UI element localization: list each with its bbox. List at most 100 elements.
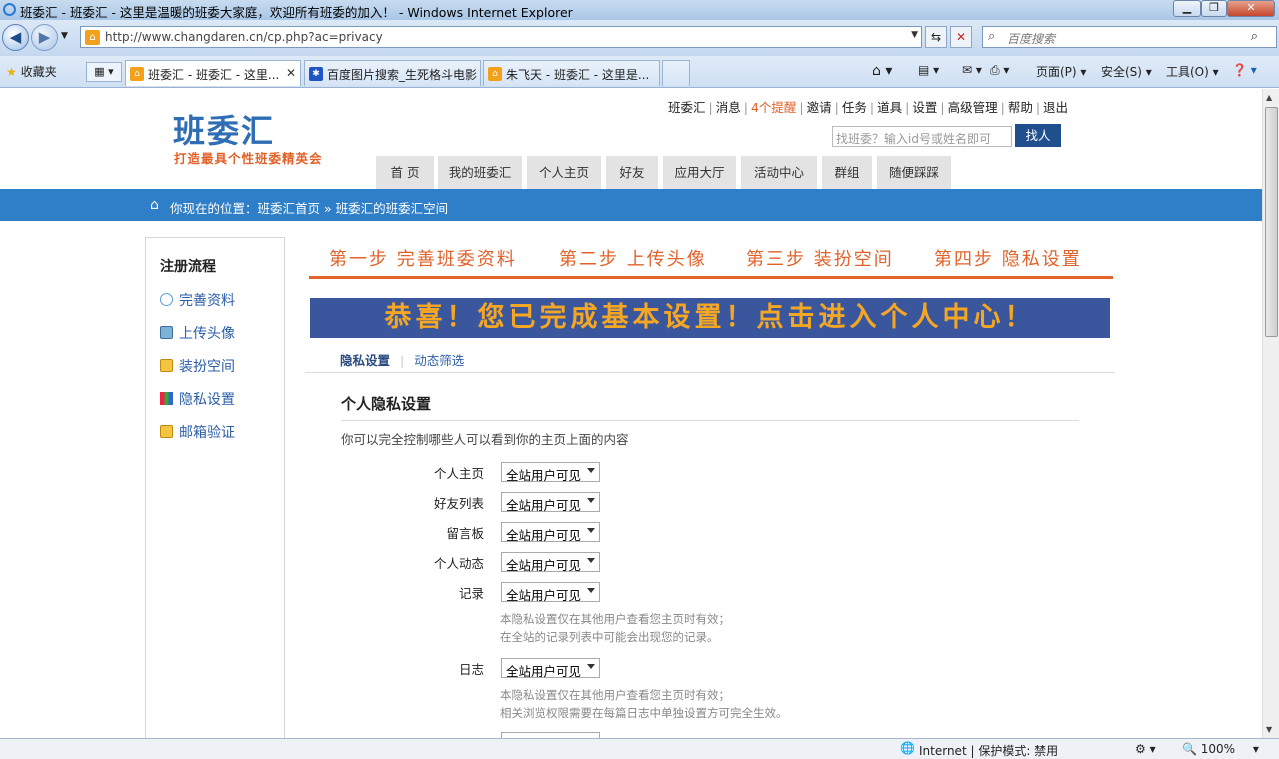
scroll-up-icon[interactable]: ▲: [1266, 93, 1272, 102]
sidebar-item-label: 装扮空间: [179, 359, 235, 375]
url-field[interactable]: ⌂ http://www.changdaren.cn/cp.php?ac=pri…: [80, 26, 922, 48]
step-4[interactable]: 第四步 隐私设置: [934, 245, 1082, 271]
safety-menu-label: 安全(S): [1101, 65, 1142, 79]
link-help[interactable]: 帮助: [1008, 100, 1033, 115]
feed-visibility-select[interactable]: 全站用户可见: [501, 552, 600, 573]
close-window-button[interactable]: ✕: [1227, 0, 1275, 17]
tab-label: 百度图片搜索_生死格斗电影: [327, 68, 478, 82]
sidebar-item-label: 上传头像: [179, 326, 235, 342]
forward-button[interactable]: ▶: [31, 24, 58, 51]
refresh-button[interactable]: ⇆: [925, 26, 947, 48]
link-admin[interactable]: 高级管理: [948, 100, 998, 115]
tab-privacy-settings[interactable]: 隐私设置: [340, 353, 390, 368]
link-messages[interactable]: 消息: [716, 100, 741, 115]
note-line: 本隐私设置仅在其他用户查看您主页时有效；: [500, 688, 730, 702]
ie-logo-icon: [3, 3, 16, 16]
nav-my-space[interactable]: 我的班委汇: [438, 156, 522, 189]
page-menu[interactable]: 页面(P) ▾: [1036, 63, 1086, 80]
scroll-thumb[interactable]: [1265, 107, 1278, 337]
step-2[interactable]: 第二步 上传头像: [559, 245, 707, 271]
tab-feed-filter[interactable]: 动态筛选: [414, 353, 464, 368]
step-1[interactable]: 第一步 完善班委资料: [329, 245, 517, 271]
protected-mode-icon[interactable]: ⚙ ▾: [1135, 742, 1156, 756]
maximize-button[interactable]: ❐: [1201, 0, 1227, 17]
guestbook-visibility-select[interactable]: 全站用户可见: [501, 522, 600, 543]
sidebar-item-profile[interactable]: 完善资料: [160, 290, 235, 310]
link-tasks[interactable]: 任务: [842, 100, 867, 115]
page-menu-label: 页面(P): [1036, 65, 1077, 79]
nav-profile[interactable]: 个人主页: [527, 156, 601, 189]
picture-icon: [160, 326, 173, 339]
search-input[interactable]: ⌕ 百度搜索 ⌕: [982, 26, 1277, 48]
nav-random[interactable]: 随便踩踩: [877, 156, 951, 189]
vertical-scrollbar[interactable]: ▲ ▼: [1262, 89, 1279, 738]
records-visibility-select[interactable]: 全站用户可见: [501, 582, 600, 603]
homepage-visibility-select[interactable]: 全站用户可见: [501, 462, 600, 483]
zoom-control[interactable]: 🔍 100% ▾: [1182, 742, 1259, 756]
history-dropdown-icon[interactable]: ▼: [61, 31, 68, 41]
find-user-input[interactable]: 找班委？输入id号或姓名即可: [832, 126, 1012, 147]
star-icon: ★: [6, 65, 17, 79]
url-dropdown-icon[interactable]: ▼: [911, 30, 918, 40]
new-tab-button[interactable]: [662, 60, 690, 86]
find-user-button[interactable]: 找人: [1015, 124, 1061, 147]
home-icon[interactable]: ⌂ ▾: [872, 63, 892, 79]
tab-3[interactable]: ⌂ 朱飞天 - 班委汇 - 这里是...: [483, 60, 660, 86]
privacy-subtabs: 隐私设置 | 动态筛选: [340, 353, 465, 368]
select-value: 全站用户可见: [506, 528, 582, 543]
chevron-down-icon: [587, 468, 595, 473]
select-value: 全站用户可见: [506, 664, 582, 679]
tab-2[interactable]: ✱ 百度图片搜索_生死格斗电影: [304, 60, 481, 86]
status-bar: 🌐 Internet | 保护模式: 禁用 ⚙ ▾ 🔍 100% ▾: [0, 738, 1279, 759]
chevron-down-icon: [587, 588, 595, 593]
privacy-intro: 你可以完全控制哪些人可以看到你的主页上面的内容: [341, 432, 629, 447]
complete-banner[interactable]: 恭喜！您已完成基本设置！点击进入个人中心！: [310, 298, 1110, 338]
chat-bubble-icon: [160, 293, 173, 306]
tab-bar: ★ 收藏夹 ▦ ▾ ⌂ 班委汇 - 班委汇 - 这里... ✕ ✱ 百度图片搜索_…: [0, 56, 1279, 88]
site-logo[interactable]: 班委汇: [173, 106, 275, 152]
site-favicon-icon: ⌂: [85, 30, 100, 45]
close-tab-icon[interactable]: ✕: [286, 66, 296, 80]
nav-groups[interactable]: 群组: [822, 156, 872, 189]
nav-events[interactable]: 活动中心: [741, 156, 817, 189]
print-icon[interactable]: ⎙ ▾: [990, 63, 1009, 78]
tools-menu[interactable]: 工具(O) ▾: [1166, 63, 1219, 80]
link-settings[interactable]: 设置: [912, 100, 937, 115]
friends-visibility-select[interactable]: 全站用户可见: [501, 492, 600, 513]
bar-chart-icon: [160, 392, 173, 405]
quick-tabs-button[interactable]: ▦ ▾: [86, 62, 122, 82]
link-logout[interactable]: 退出: [1043, 100, 1068, 115]
select-value: 全站用户可见: [506, 498, 582, 513]
mail-icon[interactable]: ✉ ▾: [962, 63, 982, 77]
stop-button[interactable]: ✕: [950, 26, 972, 48]
link-reminders[interactable]: 4个提醒: [751, 100, 796, 115]
favorites-button[interactable]: ★ 收藏夹: [6, 63, 57, 80]
blog-visibility-select[interactable]: 全站用户可见: [501, 658, 600, 679]
link-props[interactable]: 道具: [877, 100, 902, 115]
lock-icon: [160, 359, 173, 372]
help-icon[interactable]: ❓ ▾: [1232, 63, 1257, 77]
breadcrumb-text[interactable]: 你现在的位置：班委汇首页 » 班委汇的班委汇空间: [170, 198, 448, 217]
link-invite[interactable]: 邀请: [807, 100, 832, 115]
tab-1[interactable]: ⌂ 班委汇 - 班委汇 - 这里... ✕: [125, 60, 301, 86]
site-favicon-icon: ⌂: [130, 67, 144, 81]
nav-home[interactable]: 首 页: [376, 156, 434, 189]
nav-friends[interactable]: 好友: [606, 156, 658, 189]
link-home[interactable]: 班委汇: [668, 100, 706, 115]
sidebar-item-decorate[interactable]: 装扮空间: [160, 356, 235, 376]
nav-apps[interactable]: 应用大厅: [663, 156, 736, 189]
search-icon[interactable]: ⌕: [1251, 29, 1258, 44]
safety-menu[interactable]: 安全(S) ▾: [1101, 63, 1152, 80]
sidebar-item-privacy[interactable]: 隐私设置: [160, 389, 235, 409]
scroll-down-icon[interactable]: ▼: [1266, 725, 1272, 734]
back-button[interactable]: ◀: [2, 24, 29, 51]
minimize-button[interactable]: ▁: [1173, 0, 1201, 17]
site-slogan: 打造最具个性班委精英会: [174, 151, 323, 166]
security-zone[interactable]: Internet | 保护模式: 禁用: [919, 742, 1058, 759]
sidebar-item-email[interactable]: 邮箱验证: [160, 422, 235, 442]
home-icon: ⌂: [150, 197, 159, 213]
step-3[interactable]: 第三步 装扮空间: [746, 245, 894, 271]
sidebar-item-avatar[interactable]: 上传头像: [160, 323, 235, 343]
feeds-icon[interactable]: ▤ ▾: [918, 63, 939, 77]
lock-icon: [160, 425, 173, 438]
